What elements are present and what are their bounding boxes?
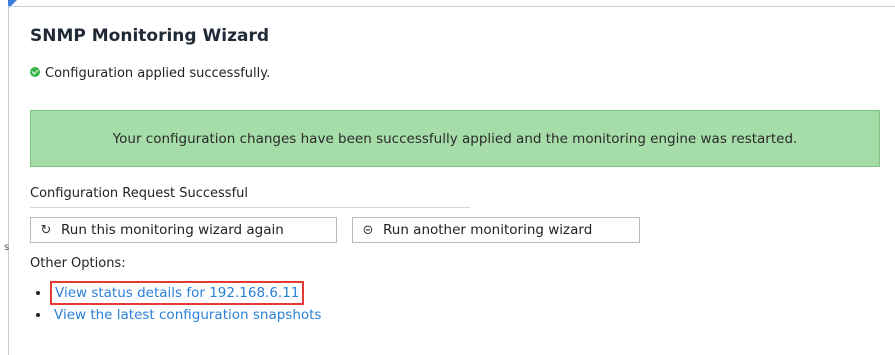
check-circle-icon — [30, 66, 40, 77]
wizard-panel: s SNMP Monitoring Wizard Configuration a… — [0, 0, 895, 355]
section-divider — [30, 207, 470, 208]
panel-left-border — [8, 6, 9, 355]
bullet-icon — [36, 313, 40, 317]
section-label: Configuration Request Successful — [30, 186, 248, 201]
refresh-icon: ↻ — [40, 222, 52, 238]
success-message-text: Configuration applied successfully. — [45, 66, 271, 81]
page-title: SNMP Monitoring Wizard — [30, 26, 269, 46]
other-options-list: View status details for 192.168.6.11 Vie… — [30, 281, 321, 326]
list-item: View the latest configuration snapshots — [30, 304, 321, 326]
list-item: View status details for 192.168.6.11 — [30, 281, 321, 305]
other-options-label: Other Options: — [30, 256, 126, 271]
run-another-wizard-button[interactable]: ⊝ Run another monitoring wizard — [352, 217, 640, 243]
run-wizard-again-label: Run this monitoring wizard again — [61, 222, 284, 238]
success-alert: Your configuration changes have been suc… — [30, 110, 880, 167]
success-alert-text: Your configuration changes have been suc… — [112, 130, 798, 147]
run-another-wizard-label: Run another monitoring wizard — [383, 222, 593, 238]
panel-top-border — [8, 6, 895, 7]
side-edge-text: s — [4, 242, 10, 253]
bullet-icon — [36, 291, 40, 295]
run-wizard-again-button[interactable]: ↻ Run this monitoring wizard again — [30, 217, 337, 243]
view-status-details-link[interactable]: View status details for 192.168.6.11 — [49, 281, 305, 305]
corner-marker — [8, 0, 17, 9]
success-message: Configuration applied successfully. — [30, 66, 270, 81]
circle-arrow-left-icon: ⊝ — [362, 222, 374, 238]
view-config-snapshots-link[interactable]: View the latest configuration snapshots — [54, 307, 321, 323]
